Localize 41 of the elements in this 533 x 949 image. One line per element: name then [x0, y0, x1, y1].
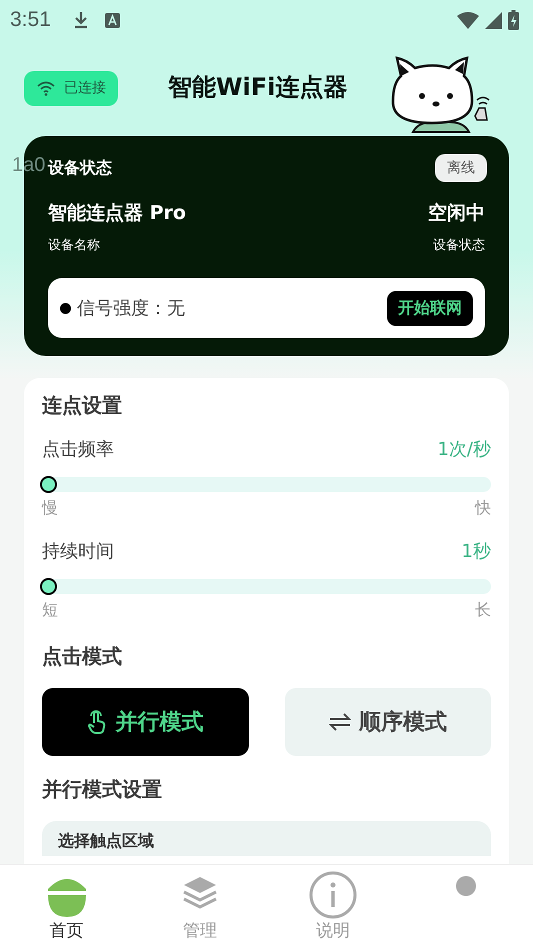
panel-title: 选择触点区域 — [58, 831, 154, 850]
info-icon — [309, 871, 358, 919]
connection-status: 已连接 — [24, 70, 118, 106]
mode-button[interactable]: 顺序模式 — [284, 688, 491, 756]
setting-label: 持续时间 — [42, 540, 114, 563]
offline-badge: 离线 — [435, 154, 487, 182]
device-state: 空闲中 — [428, 201, 485, 226]
download-icon — [72, 11, 89, 29]
section-title: 点击模式 — [42, 643, 123, 670]
swap-arrows-icon — [328, 713, 351, 731]
slider-thumb[interactable] — [40, 578, 57, 595]
signal-icon — [485, 12, 502, 28]
tap-hand-icon — [87, 710, 108, 734]
status-dot-icon — [60, 302, 71, 314]
range-min-label: 短 — [42, 600, 58, 621]
dot-icon — [455, 875, 478, 897]
setting-value: 1秒 — [462, 540, 491, 563]
range-min-label: 慢 — [42, 498, 58, 519]
nav-tab[interactable]: 首页 — [0, 865, 134, 949]
wifi-icon — [36, 80, 56, 96]
signal-strength: 信号强度：无 — [77, 297, 185, 320]
mode-button[interactable]: 并行模式 — [42, 688, 248, 756]
wifi-icon — [457, 12, 479, 28]
slider-track[interactable] — [42, 579, 491, 594]
range-max-label: 长 — [475, 600, 491, 621]
setting-label: 点击频率 — [42, 438, 114, 461]
field-label: 设备名称 — [48, 237, 100, 254]
section-title: 并行模式设置 — [42, 776, 163, 803]
card-title: 设备状态 — [48, 158, 112, 178]
start-network-button[interactable]: 开始联网 — [387, 290, 473, 326]
app-title: 智能WiFi连点器 — [168, 72, 348, 103]
slider-track[interactable] — [42, 477, 491, 492]
slider-thumb[interactable] — [40, 476, 57, 493]
keyboard-icon — [104, 12, 120, 28]
device-name: 智能连点器 Pro — [48, 201, 186, 226]
clock-time: 3:51 — [10, 8, 51, 32]
setting-value: 1次/秒 — [437, 438, 491, 461]
battery-icon — [508, 10, 519, 30]
field-label: 设备状态 — [433, 237, 485, 254]
range-max-label: 快 — [475, 498, 491, 519]
section-title: 连点设置 — [42, 392, 123, 419]
